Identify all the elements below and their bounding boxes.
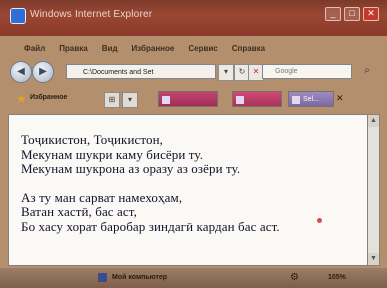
- search-input[interactable]: Google: [262, 64, 352, 79]
- poem-line: Ватан хастӣ, бас аст,: [21, 204, 137, 219]
- stanza-gap: [21, 177, 367, 191]
- favorites-label[interactable]: Избранное: [30, 94, 67, 101]
- menu-edit[interactable]: Правка: [59, 44, 87, 53]
- quick-tabs-button[interactable]: ⊞: [104, 92, 120, 108]
- back-button[interactable]: ◀: [10, 61, 32, 83]
- menu-help[interactable]: Справка: [232, 44, 265, 53]
- title-bar[interactable]: Windows Internet Explorer _ □ ✕: [0, 0, 387, 36]
- browser-window: Windows Internet Explorer _ □ ✕ Файл Пра…: [0, 0, 387, 288]
- zoom-level[interactable]: 105%: [328, 274, 346, 281]
- tab-1[interactable]: [158, 91, 218, 107]
- scroll-up-icon[interactable]: ▲: [368, 115, 379, 127]
- poem-line: Мекунам шукрона аз оразу аз озёри ту.: [21, 161, 241, 176]
- address-dropdown-button[interactable]: ▾: [218, 64, 234, 81]
- favorites-star-icon[interactable]: ★: [16, 92, 27, 106]
- window-controls: _ □ ✕: [325, 7, 379, 21]
- scroll-down-icon[interactable]: ▼: [368, 253, 379, 265]
- tab-favicon-icon: [292, 96, 300, 104]
- poem-line: Тоҷикистон, Тоҷикистон,: [21, 132, 163, 147]
- status-bar: Мой компьютер ⚙ 105%: [0, 268, 387, 288]
- vertical-scrollbar[interactable]: ▲ ▼: [368, 114, 380, 266]
- menu-favorites[interactable]: Избранное: [132, 44, 175, 53]
- tab-close-icon[interactable]: ✕: [336, 93, 344, 104]
- computer-icon: [98, 273, 107, 282]
- cursor-dot: [317, 218, 322, 223]
- minimize-button[interactable]: _: [325, 7, 341, 21]
- tab-favicon-icon: [236, 96, 244, 104]
- forward-button[interactable]: ▶: [32, 61, 54, 83]
- page-content: Тоҷикистон, Тоҷикистон, Мекунам шукри ка…: [8, 114, 368, 266]
- menu-bar: Файл Правка Вид Избранное Сервис Справка: [8, 40, 387, 56]
- menu-view[interactable]: Вид: [102, 44, 118, 53]
- tab-2[interactable]: [232, 91, 282, 107]
- poem-line: Аз ту ман сарват намехоҳам,: [21, 189, 183, 205]
- protected-mode-icon[interactable]: ⚙: [290, 272, 299, 283]
- address-bar[interactable]: C:\Documents and Set: [66, 64, 216, 79]
- tab-3-active[interactable]: Sel...: [288, 91, 334, 107]
- maximize-button[interactable]: □: [344, 7, 360, 21]
- zone-label: Мой компьютер: [112, 274, 168, 281]
- menu-file[interactable]: Файл: [24, 44, 45, 53]
- internet-explorer-icon: [10, 8, 26, 24]
- poem-line: Мекунам шукри каму бисёри ту.: [21, 146, 204, 162]
- tab-3-label: Sel...: [303, 96, 319, 103]
- close-button[interactable]: ✕: [363, 7, 379, 21]
- navigation-row: ◀ ▶ C:\Documents and Set ▾ ↻ ✕ Google ⌕: [8, 60, 380, 84]
- search-icon[interactable]: ⌕: [358, 63, 376, 79]
- window-title: Windows Internet Explorer: [30, 9, 153, 20]
- tab-favicon-icon: [162, 96, 170, 104]
- tab-row: ★ Избранное ⊞ ▾ Sel... ✕: [8, 88, 380, 110]
- tab-list-button[interactable]: ▾: [122, 92, 138, 108]
- poem-line: Бо хасу хорат баробар зиндагӣ кардан бас…: [21, 218, 280, 234]
- back-arrow-icon: ◀: [17, 66, 25, 77]
- forward-arrow-icon: ▶: [39, 66, 47, 77]
- menu-tools[interactable]: Сервис: [188, 44, 217, 53]
